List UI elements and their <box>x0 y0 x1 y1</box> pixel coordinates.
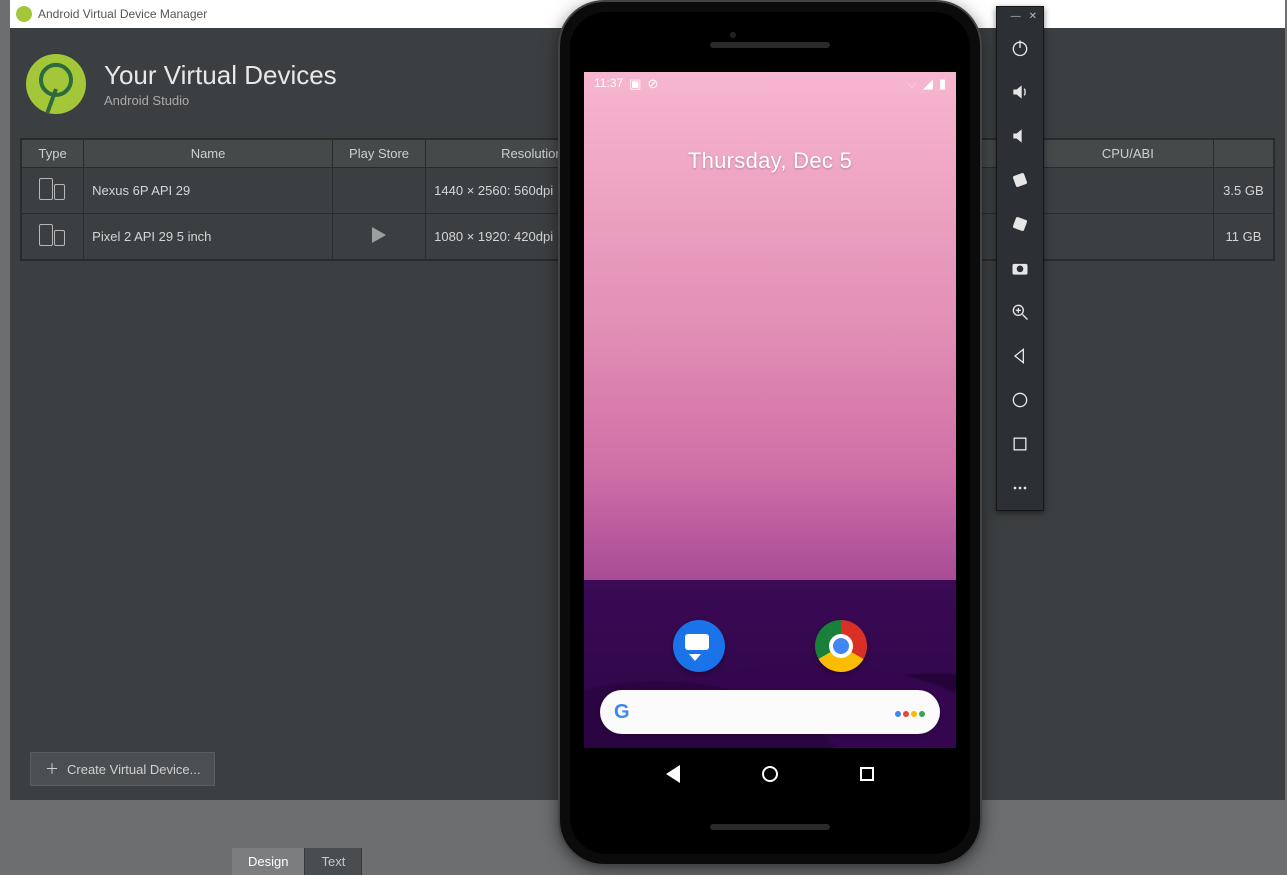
plus-icon: ＋ <box>45 759 59 779</box>
android-studio-logo-icon <box>26 54 86 114</box>
screenshot-button[interactable] <box>996 246 1044 290</box>
status-bar[interactable]: 11:37 ▣ ⊘ ⌵ ◢ ▮ <box>584 72 956 94</box>
android-studio-icon <box>16 6 32 22</box>
chrome-app-icon[interactable] <box>815 620 867 672</box>
assistant-icon[interactable] <box>894 705 926 720</box>
play-store-cell <box>332 168 425 214</box>
col-play-store[interactable]: Play Store <box>332 140 425 168</box>
play-store-cell <box>332 214 425 260</box>
emulator-window[interactable]: 11:37 ▣ ⊘ ⌵ ◢ ▮ Thursday, Dec 5 G <box>560 2 980 864</box>
speaker-bottom <box>710 824 830 830</box>
col-size[interactable] <box>1213 140 1273 168</box>
close-button[interactable]: ✕ <box>1029 11 1037 22</box>
do-not-disturb-icon: ⊘ <box>647 77 658 90</box>
device-name: Pixel 2 API 29 5 inch <box>84 214 333 260</box>
messages-app-icon[interactable] <box>673 620 725 672</box>
play-store-icon <box>372 227 386 243</box>
nav-back-button[interactable] <box>666 765 680 783</box>
zoom-button[interactable] <box>996 290 1044 334</box>
signal-icon: ◢ <box>923 77 933 90</box>
device-size: 11 GB <box>1213 214 1273 260</box>
col-cpu[interactable]: CPU/ABI <box>1042 140 1213 168</box>
minimize-button[interactable]: ― <box>1011 11 1021 22</box>
device-type-icon <box>39 178 67 200</box>
col-type[interactable]: Type <box>22 140 84 168</box>
device-size: 3.5 GB <box>1213 168 1273 214</box>
home-button[interactable] <box>996 378 1044 422</box>
status-time: 11:37 <box>594 76 623 90</box>
battery-saver-icon: ▣ <box>629 77 641 90</box>
emulator-toolbar: ― ✕ <box>996 6 1044 511</box>
battery-icon: ▮ <box>939 77 946 90</box>
create-virtual-device-button[interactable]: ＋ Create Virtual Device... <box>30 752 215 786</box>
device-type-icon <box>39 224 67 246</box>
tab-text[interactable]: Text <box>305 848 362 875</box>
tab-design[interactable]: Design <box>232 848 305 875</box>
app-dock <box>584 620 956 672</box>
device-name: Nexus 6P API 29 <box>84 168 333 214</box>
android-home-screen[interactable]: 11:37 ▣ ⊘ ⌵ ◢ ▮ Thursday, Dec 5 G <box>584 72 956 800</box>
overview-button[interactable] <box>996 422 1044 466</box>
page-subtitle: Android Studio <box>104 93 337 108</box>
wifi-icon: ⌵ <box>907 77 917 90</box>
back-button[interactable] <box>996 334 1044 378</box>
volume-up-button[interactable] <box>996 70 1044 114</box>
power-button[interactable] <box>996 26 1044 70</box>
layout-editor-tabs: Design Text <box>232 848 362 875</box>
more-button[interactable] <box>996 466 1044 510</box>
volume-down-button[interactable] <box>996 114 1044 158</box>
android-nav-bar <box>584 748 956 800</box>
camera-icon <box>730 32 736 38</box>
create-button-label: Create Virtual Device... <box>67 762 200 777</box>
col-name[interactable]: Name <box>84 140 333 168</box>
nav-home-button[interactable] <box>762 766 778 782</box>
date-widget[interactable]: Thursday, Dec 5 <box>584 148 956 174</box>
rotate-right-button[interactable] <box>996 202 1044 246</box>
google-search-bar[interactable]: G <box>600 690 940 734</box>
google-logo-icon: G <box>614 701 630 724</box>
window-title: Android Virtual Device Manager <box>38 7 207 21</box>
nav-recent-button[interactable] <box>860 767 874 781</box>
page-title: Your Virtual Devices <box>104 60 337 91</box>
speaker-top <box>710 42 830 48</box>
rotate-left-button[interactable] <box>996 158 1044 202</box>
